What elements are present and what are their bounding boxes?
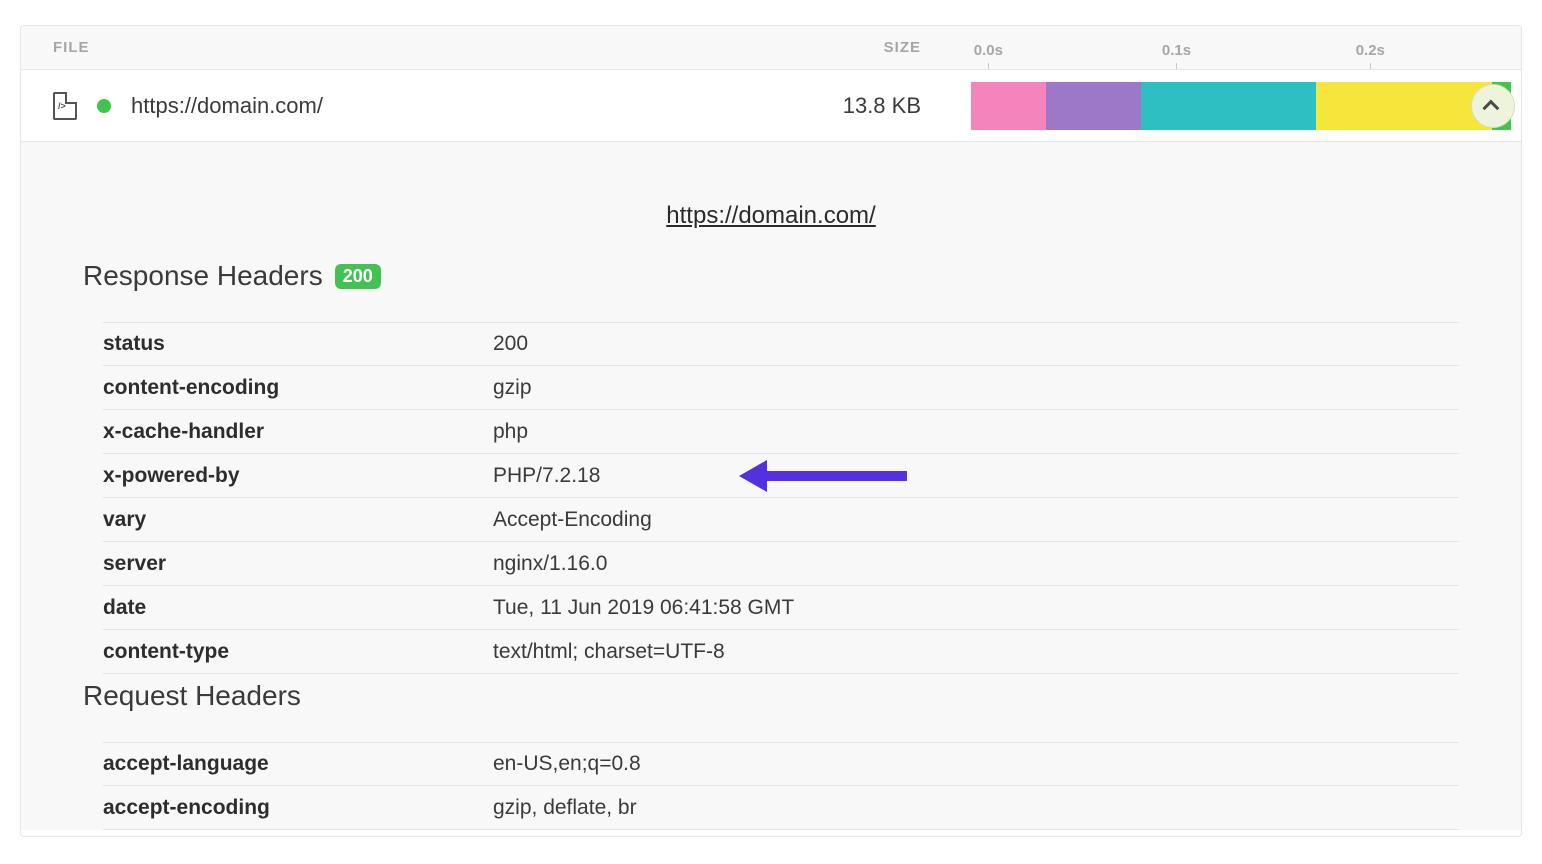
timing-bar <box>951 70 1521 141</box>
header-value: nginx/1.16.0 <box>493 552 1459 576</box>
timeline-tick: 0.2s <box>1356 26 1385 69</box>
header-key: accept-encoding <box>103 796 493 820</box>
chevron-up-icon <box>1482 99 1499 116</box>
header-value: Tue, 11 Jun 2019 06:41:58 GMT <box>493 596 1459 620</box>
header-row: servernginx/1.16.0 <box>103 542 1459 586</box>
timing-segment-purple <box>1046 82 1140 130</box>
timeline-tick: 0.0s <box>974 26 1003 69</box>
header-key: status <box>103 332 493 356</box>
header-row: varyAccept-Encoding <box>103 498 1459 542</box>
request-headers-label: Request Headers <box>83 680 301 712</box>
header-key: vary <box>103 508 493 532</box>
request-url: https://domain.com/ <box>131 93 323 119</box>
timing-segment-pink <box>971 82 1046 130</box>
header-key: server <box>103 552 493 576</box>
header-key: accept-language <box>103 752 493 776</box>
details-url-link[interactable]: https://domain.com/ <box>83 202 1459 230</box>
header-row: content-typetext/html; charset=UTF-8 <box>103 630 1459 674</box>
table-header: FILE SIZE 0.0s 0.1s 0.2s <box>21 26 1521 70</box>
header-row: accept-encodinggzip, deflate, br <box>103 786 1459 830</box>
header-row: status200 <box>103 322 1459 366</box>
header-row: dateTue, 11 Jun 2019 06:41:58 GMT <box>103 586 1459 630</box>
header-row: accept-languageen-US,en;q=0.8 <box>103 742 1459 786</box>
response-headers-label: Response Headers <box>83 260 323 292</box>
tick-label: 0.0s <box>974 42 1003 59</box>
header-row: x-powered-byPHP/7.2.18 <box>103 454 1459 498</box>
header-key: content-encoding <box>103 376 493 400</box>
request-row[interactable]: /> https://domain.com/ 13.8 KB <box>21 70 1521 142</box>
request-headers-title: Request Headers <box>83 680 1459 712</box>
timeline-axis: 0.0s 0.1s 0.2s <box>951 26 1521 69</box>
status-badge: 200 <box>335 264 381 289</box>
tick-label: 0.2s <box>1356 42 1385 59</box>
header-value: Accept-Encoding <box>493 508 1459 532</box>
tick-label: 0.1s <box>1162 42 1191 59</box>
request-size: 13.8 KB <box>781 93 951 119</box>
response-headers-table: status200content-encodinggzipx-cache-han… <box>103 322 1459 674</box>
header-value: text/html; charset=UTF-8 <box>493 640 1459 664</box>
status-dot-success <box>97 99 111 113</box>
col-header-size: SIZE <box>781 39 951 56</box>
header-key: x-powered-by <box>103 464 493 488</box>
header-value: PHP/7.2.18 <box>493 464 1459 488</box>
header-value: php <box>493 420 1459 444</box>
waterfall-panel: FILE SIZE 0.0s 0.1s 0.2s /> https://domain… <box>20 25 1522 837</box>
header-row: content-encodinggzip <box>103 366 1459 410</box>
col-header-file: FILE <box>21 39 781 56</box>
timeline-tick: 0.1s <box>1162 26 1191 69</box>
annotation-arrow <box>739 460 907 492</box>
timing-segment-teal <box>1141 82 1317 130</box>
header-key: x-cache-handler <box>103 420 493 444</box>
request-headers-table: accept-languageen-US,en;q=0.8accept-enco… <box>103 742 1459 830</box>
file-code-icon: /> <box>53 92 77 120</box>
timing-segment-yellow <box>1316 82 1492 130</box>
header-key: date <box>103 596 493 620</box>
collapse-button[interactable] <box>1471 84 1515 128</box>
header-value: gzip, deflate, br <box>493 796 1459 820</box>
header-value: en-US,en;q=0.8 <box>493 752 1459 776</box>
request-details: https://domain.com/ Response Headers 200… <box>21 142 1521 830</box>
header-value: 200 <box>493 332 1459 356</box>
header-value: gzip <box>493 376 1459 400</box>
response-headers-title: Response Headers 200 <box>83 260 1459 292</box>
header-key: content-type <box>103 640 493 664</box>
header-row: x-cache-handlerphp <box>103 410 1459 454</box>
